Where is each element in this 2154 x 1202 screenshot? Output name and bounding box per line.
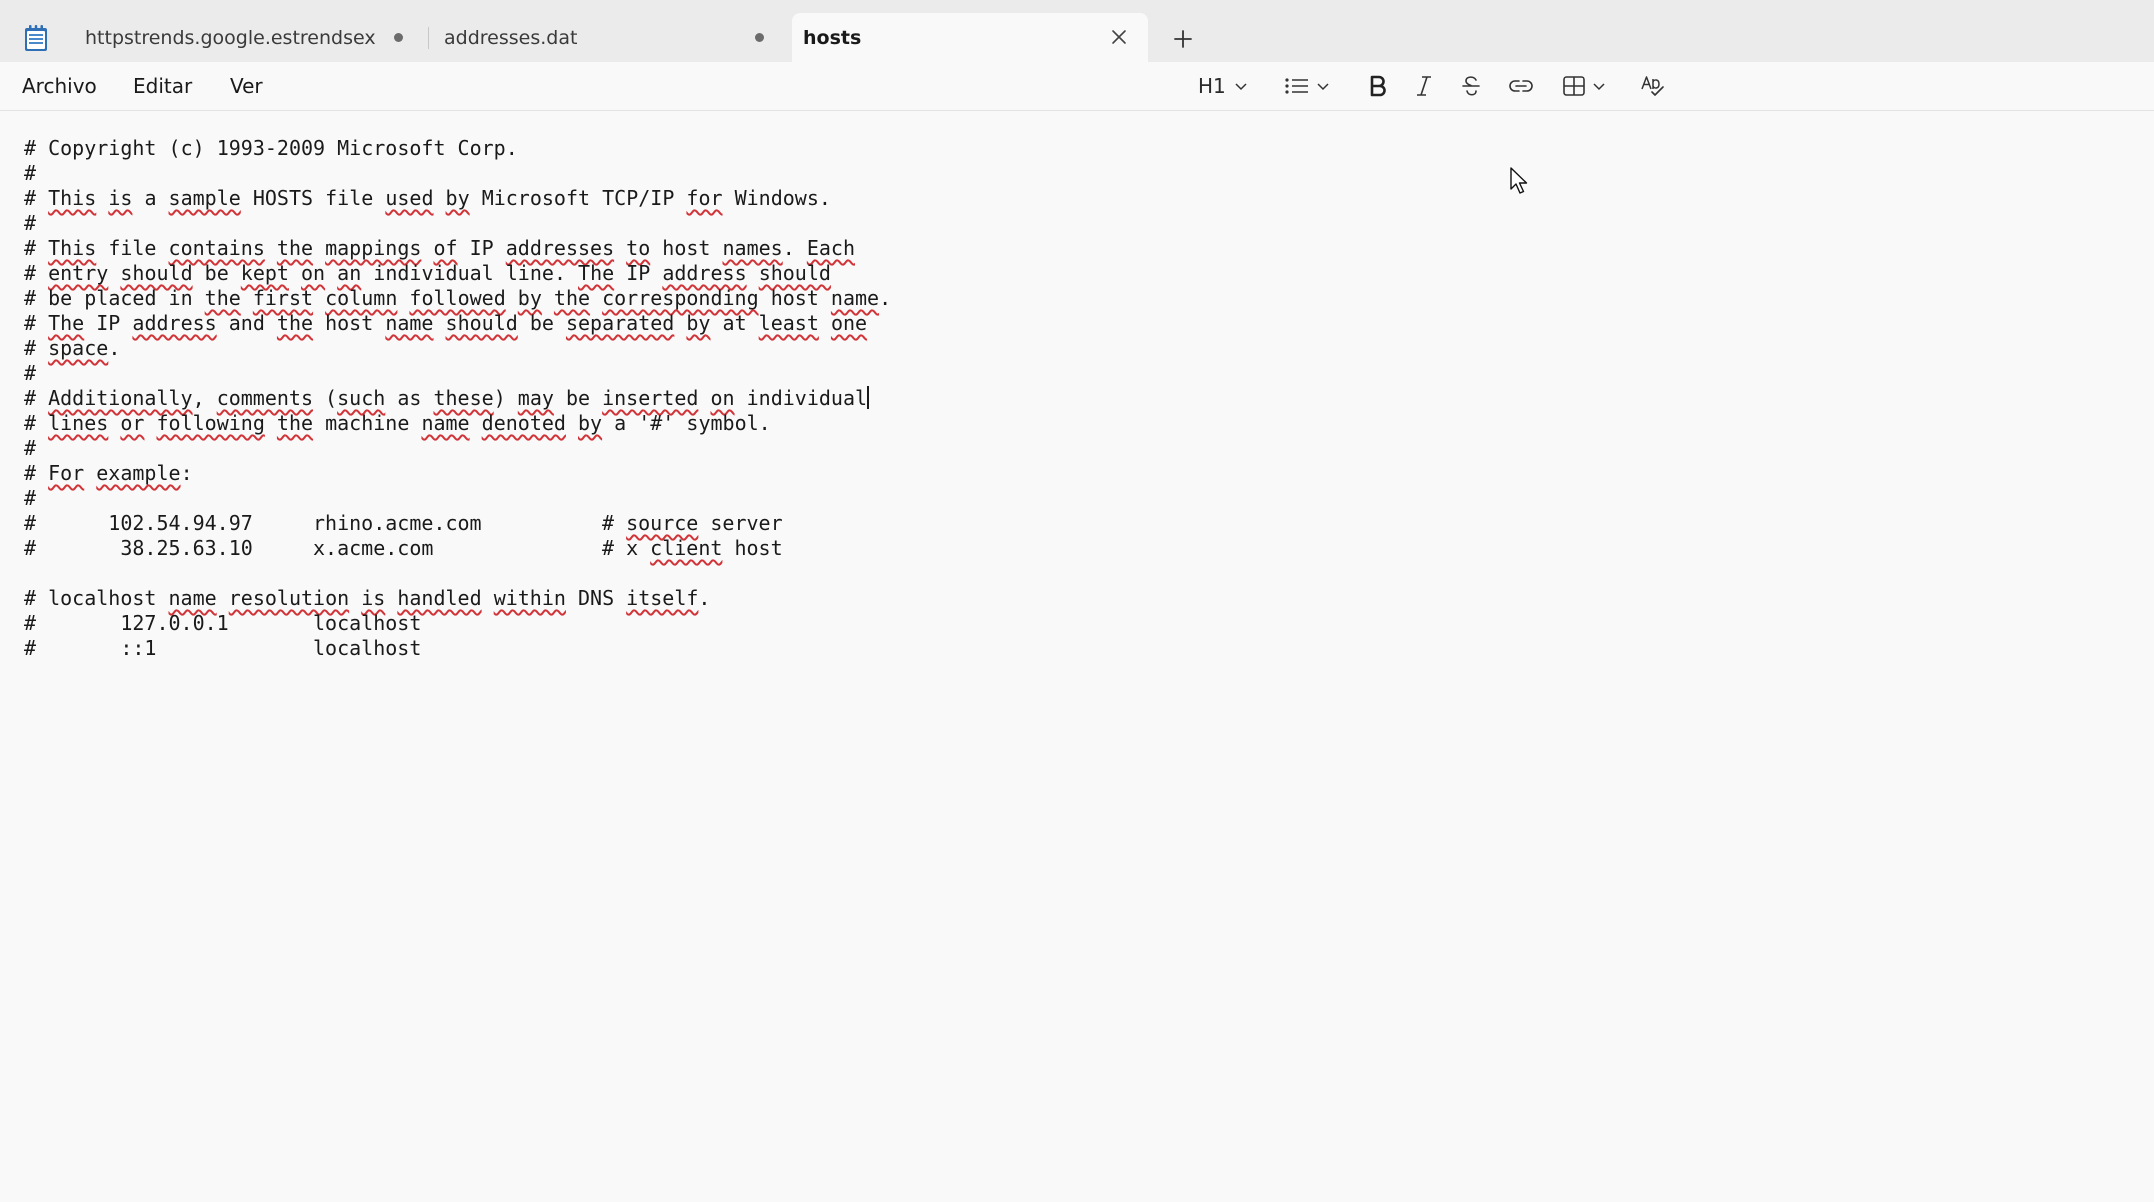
text-caret — [867, 386, 869, 409]
document-line: # lines or following the machine name de… — [24, 411, 771, 435]
tab-separator — [428, 27, 429, 49]
tab-addresses-dat[interactable]: addresses.dat — [430, 13, 782, 62]
link-icon — [1508, 75, 1534, 97]
document-line: # This file contains the mappings of IP … — [24, 236, 855, 260]
chevron-down-icon — [1234, 79, 1248, 93]
document-text[interactable]: # Copyright (c) 1993-2009 Microsoft Corp… — [24, 136, 891, 661]
table-dropdown-button[interactable] — [1562, 70, 1606, 102]
menu-view[interactable]: Ver — [230, 74, 263, 98]
table-icon — [1562, 74, 1586, 98]
strikethrough-icon — [1460, 74, 1482, 98]
document-line: # space. — [24, 336, 121, 360]
bold-button[interactable] — [1368, 70, 1388, 102]
link-button[interactable] — [1508, 70, 1534, 102]
heading-dropdown-button[interactable]: H1 — [1198, 70, 1248, 102]
strikethrough-button[interactable] — [1460, 70, 1482, 102]
document-line: # The IP address and the host name shoul… — [24, 311, 868, 335]
spellcheck-icon — [1640, 74, 1666, 98]
close-icon[interactable] — [1108, 26, 1130, 48]
text-editor[interactable]: # Copyright (c) 1993-2009 Microsoft Corp… — [0, 111, 2154, 1202]
document-line: # — [24, 436, 37, 460]
list-dropdown-button[interactable] — [1284, 70, 1330, 102]
document-line: # 127.0.0.1 localhost — [24, 611, 422, 635]
chevron-down-icon — [1592, 79, 1606, 93]
document-line: # — [24, 361, 37, 385]
document-line: # be placed in the first column followed… — [24, 286, 892, 310]
bold-icon — [1368, 74, 1388, 98]
document-line: # Additionally, comments (such as these)… — [24, 386, 869, 410]
document-line: # — [24, 211, 37, 235]
document-line: # — [24, 161, 37, 185]
bulleted-list-icon — [1284, 75, 1310, 97]
mouse-pointer-icon — [1509, 166, 1531, 196]
unsaved-dot-icon[interactable] — [394, 33, 403, 42]
heading-label: H1 — [1198, 74, 1226, 98]
menu-edit[interactable]: Editar — [133, 74, 192, 98]
notepad-icon — [24, 24, 48, 52]
tab-label: addresses.dat — [444, 26, 578, 49]
menu-file[interactable]: Archivo — [22, 74, 97, 98]
document-line: # 38.25.63.10 x.acme.com # x client host — [24, 536, 783, 560]
italic-icon — [1414, 74, 1434, 98]
document-line: # For example: — [24, 461, 193, 485]
document-line: # localhost name resolution is handled w… — [24, 586, 711, 610]
tab-label: httpstrends.google.estrendsexplore — [85, 26, 375, 49]
italic-button[interactable] — [1414, 70, 1434, 102]
spellcheck-button[interactable] — [1640, 70, 1666, 102]
document-line: # ::1 localhost — [24, 636, 422, 660]
plus-icon[interactable] — [1170, 26, 1196, 52]
document-line: # entry should be kept on an individual … — [24, 261, 831, 285]
tab-trends-url[interactable]: httpstrends.google.estrendsexplore — [74, 13, 414, 62]
document-line: # This is a sample HOSTS file used by Mi… — [24, 186, 831, 210]
chevron-down-icon — [1316, 79, 1330, 93]
tab-bar: httpstrends.google.estrendsexplore addre… — [0, 0, 2154, 62]
tab-hosts[interactable]: hosts — [792, 13, 1148, 62]
document-line: # Copyright (c) 1993-2009 Microsoft Corp… — [24, 136, 518, 160]
tab-label: hosts — [803, 26, 862, 49]
menu-bar: Archivo Editar Ver H1 — [0, 62, 2154, 111]
document-line: # — [24, 486, 37, 510]
document-line: # 102.54.94.97 rhino.acme.com # source s… — [24, 511, 783, 535]
unsaved-dot-icon[interactable] — [755, 33, 764, 42]
